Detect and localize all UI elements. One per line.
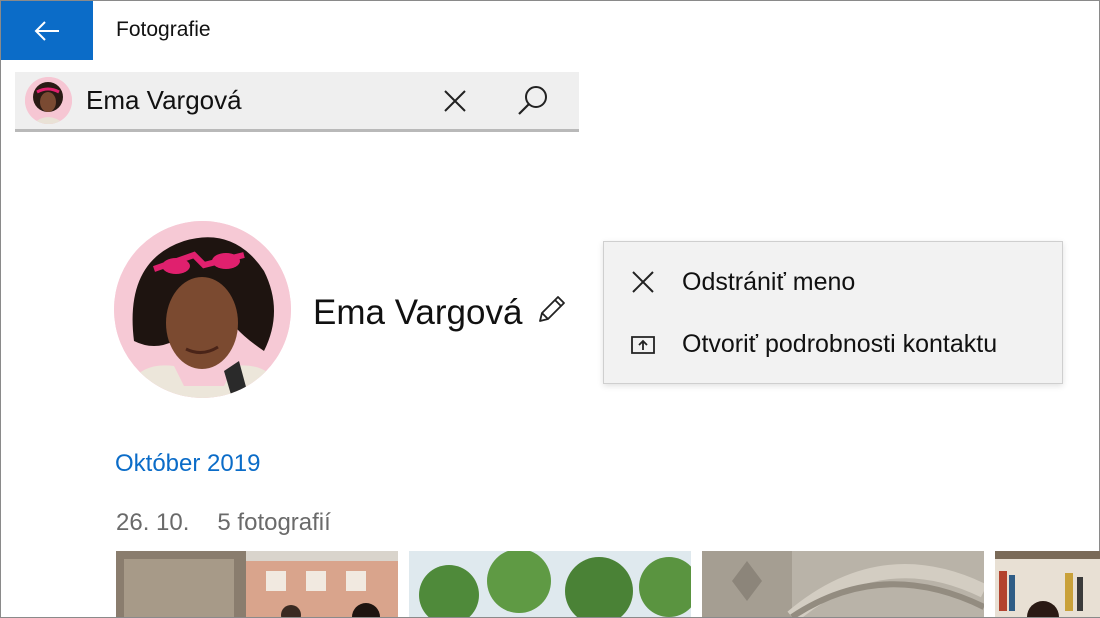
menu-item-remove-name[interactable]: Odstrániť meno bbox=[604, 254, 1062, 310]
photo-count: 5 fotografií bbox=[217, 509, 331, 536]
person-name: Ema Vargová bbox=[313, 293, 523, 332]
date-group-header: 26. 10. 5 fotografií bbox=[116, 509, 331, 537]
close-icon bbox=[632, 271, 654, 293]
photo-thumbnail[interactable] bbox=[702, 551, 984, 617]
group-date: 26. 10. bbox=[116, 509, 190, 536]
clear-search-icon[interactable] bbox=[440, 86, 470, 116]
context-menu: Odstrániť meno Otvoriť podrobnosti konta… bbox=[603, 241, 1063, 384]
photo-thumbnail[interactable] bbox=[116, 551, 398, 617]
person-avatar bbox=[114, 221, 291, 398]
search-icon[interactable] bbox=[515, 83, 551, 119]
photo-thumbnail[interactable] bbox=[995, 551, 1100, 617]
menu-item-label: Otvoriť podrobnosti kontaktu bbox=[682, 330, 998, 358]
search-person-avatar bbox=[25, 77, 72, 124]
edit-pencil-icon[interactable] bbox=[536, 293, 568, 325]
search-input[interactable]: Ema Vargová bbox=[86, 85, 242, 116]
search-box[interactable]: Ema Vargová bbox=[15, 72, 579, 132]
open-contact-icon bbox=[631, 336, 655, 354]
menu-item-open-contact[interactable]: Otvoriť podrobnosti kontaktu bbox=[604, 316, 1062, 372]
month-header[interactable]: Október 2019 bbox=[115, 450, 260, 478]
menu-item-label: Odstrániť meno bbox=[682, 268, 856, 296]
app-title: Fotografie bbox=[116, 18, 211, 41]
photo-grid bbox=[116, 551, 1100, 617]
back-arrow-icon bbox=[34, 20, 59, 41]
back-button[interactable] bbox=[1, 1, 93, 60]
photo-thumbnail[interactable] bbox=[409, 551, 691, 617]
